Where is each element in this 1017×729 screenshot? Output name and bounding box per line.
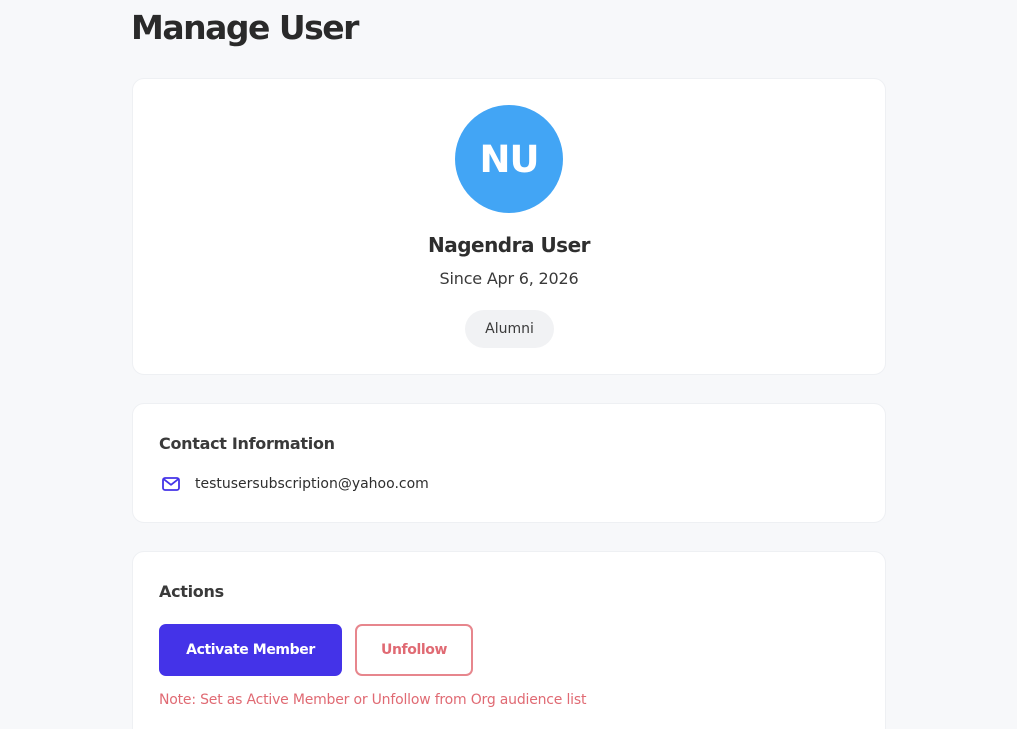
role-badge: Alumni: [465, 310, 554, 348]
page-title: Manage User: [131, 8, 359, 47]
actions-card: Actions Activate Member Unfollow Note: S…: [132, 551, 886, 729]
profile-card: NU Nagendra User Since Apr 6, 2026 Alumn…: [132, 78, 886, 375]
mail-icon: [161, 474, 181, 494]
email-row: testusersubscription@yahoo.com: [161, 474, 429, 494]
avatar-initials: NU: [479, 137, 539, 181]
manage-user-page: Manage User NU Nagendra User Since Apr 6…: [0, 0, 1017, 729]
actions-section-title: Actions: [159, 582, 224, 601]
user-name: Nagendra User: [427, 233, 591, 257]
contact-section-title: Contact Information: [159, 434, 335, 453]
unfollow-button[interactable]: Unfollow: [355, 624, 473, 676]
avatar: NU: [455, 105, 563, 213]
email-address[interactable]: testusersubscription@yahoo.com: [195, 476, 429, 492]
actions-note: Note: Set as Active Member or Unfollow f…: [159, 692, 587, 708]
contact-card: Contact Information testusersubscription…: [132, 403, 886, 523]
member-since: Since Apr 6, 2026: [439, 269, 579, 288]
activate-member-button[interactable]: Activate Member: [159, 624, 342, 676]
